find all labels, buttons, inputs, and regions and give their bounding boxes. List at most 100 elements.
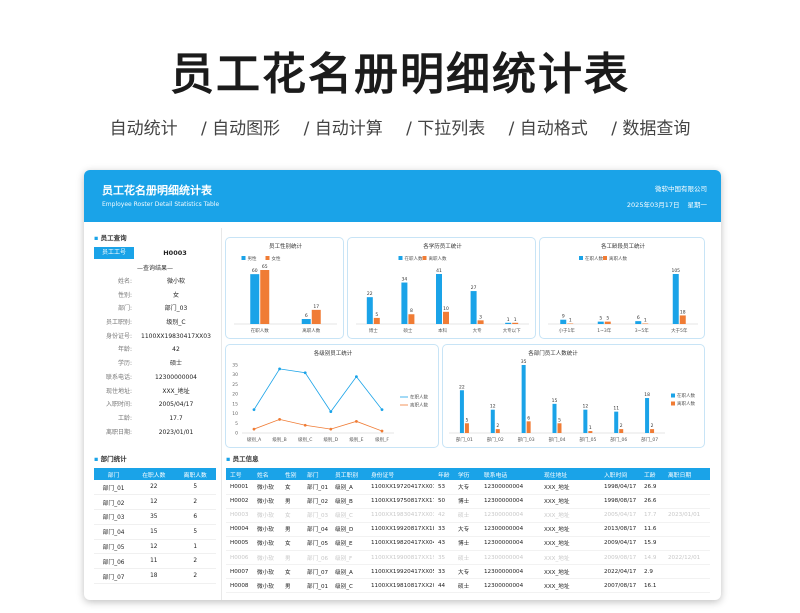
legend-swatch bbox=[579, 256, 583, 260]
bar bbox=[672, 274, 679, 324]
employee-table: 工号 姓名 性别 部门 员工职别 身份证号 年龄 学历 联系电话 现住地址 入职时间 工龄 离职日期 H… bbox=[226, 468, 710, 594]
table-cell: 35 bbox=[133, 509, 175, 525]
column-header: 入职时间 bbox=[600, 468, 640, 480]
table-cell: 12 bbox=[133, 539, 175, 555]
data-point bbox=[303, 371, 307, 375]
table-cell: 16.1 bbox=[640, 578, 664, 594]
data-label: 18 bbox=[680, 309, 686, 315]
table-cell: 2007/08/17 bbox=[600, 578, 640, 594]
tick-label: 15 bbox=[232, 401, 238, 407]
data-point bbox=[329, 410, 333, 414]
column-header: 部门 bbox=[303, 468, 331, 480]
data-label: 105 bbox=[671, 268, 680, 274]
table-cell: H0003 bbox=[226, 508, 253, 523]
legend-swatch bbox=[603, 256, 607, 260]
tick-label: 级别_B bbox=[272, 436, 286, 443]
chart-title: 员工性别统计 bbox=[269, 242, 303, 250]
bar bbox=[526, 421, 531, 433]
table-cell: 1100XX19920417XX05 bbox=[367, 564, 434, 580]
query-result-row: 姓名: 微小软 bbox=[94, 275, 216, 289]
series-line bbox=[253, 418, 383, 432]
bar bbox=[408, 314, 415, 324]
department-chart-svg: 各部门员工人数统计225部门_01122部门_02356部门_03155部门_0… bbox=[449, 349, 695, 443]
legend-label: 男性 bbox=[248, 255, 257, 262]
bar bbox=[645, 398, 650, 433]
bar bbox=[650, 429, 655, 433]
table-cell: 22 bbox=[133, 480, 175, 496]
table-cell: 12 bbox=[133, 494, 175, 511]
field-value: 12300000004 bbox=[155, 373, 197, 381]
employee-info: 员工信息 工号姓名性别部门员工职别身份证号年龄学历联系电话现住地址入职时间工龄离… bbox=[226, 453, 710, 594]
column-header: 现住地址 bbox=[540, 468, 600, 480]
query-label: 员工工号 bbox=[94, 247, 134, 259]
table-cell: 级别_B bbox=[331, 494, 367, 509]
table-cell: 43 bbox=[434, 536, 454, 551]
data-label: 5 bbox=[558, 417, 561, 423]
data-label: 1 bbox=[644, 318, 647, 324]
legend-swatch bbox=[241, 256, 246, 260]
table-cell: 12300000004 bbox=[480, 522, 540, 537]
tick-label: 大于5年 bbox=[671, 327, 688, 334]
table-cell: 2009/04/17 bbox=[600, 536, 640, 551]
table-cell: 微小软 bbox=[253, 564, 281, 580]
column-header: 身份证号 bbox=[367, 468, 434, 480]
table-cell: 33 bbox=[434, 522, 454, 537]
table-cell: 部门_05 bbox=[303, 536, 331, 551]
table-row: 部门_06 11 2 bbox=[94, 553, 216, 570]
table-row: 部门_07 18 2 bbox=[94, 568, 216, 585]
table-cell: 博士 bbox=[454, 536, 480, 551]
legend-label: 在职人数 bbox=[585, 255, 603, 262]
table-cell: 级别_E bbox=[331, 536, 367, 551]
tick-label: 25 bbox=[232, 382, 238, 388]
query-result-row: 学历: 硕士 bbox=[94, 357, 216, 371]
bar bbox=[505, 322, 512, 324]
bar bbox=[443, 311, 449, 324]
query-result-row: 工龄: 17.7 bbox=[94, 412, 216, 426]
table-row: H0006 微小软男部门_06 级别_F 1100XX19900817XX19 35 硕士… bbox=[226, 550, 710, 566]
bar bbox=[490, 409, 495, 433]
field-value: 42 bbox=[172, 346, 180, 354]
table-cell: 男 bbox=[281, 494, 303, 509]
table-cell: 博士 bbox=[454, 494, 480, 509]
table-cell: 2.9 bbox=[640, 564, 664, 580]
table-cell: 部门_05 bbox=[94, 539, 134, 555]
table-cell: H0001 bbox=[226, 480, 253, 495]
chart-title: 各学历员工统计 bbox=[423, 242, 462, 250]
table-cell: 部门_07 bbox=[94, 568, 134, 585]
department-stats: 部门统计 部门在职人数离职人数 部门_01225部门_02122部门_03356… bbox=[94, 453, 216, 585]
data-point bbox=[303, 423, 307, 427]
table-cell: 微小软 bbox=[253, 508, 281, 523]
bar bbox=[583, 409, 588, 433]
gender-chart: 员工性别统计 男性 女性 60 65 在职人数 6 17 离职人数 bbox=[225, 237, 344, 339]
table-cell: 12300000004 bbox=[480, 508, 540, 523]
table-cell: 1 bbox=[174, 539, 216, 555]
feature-item: / 自动图形 bbox=[201, 119, 281, 139]
data-point bbox=[278, 418, 281, 421]
table-cell: XXX_地址 bbox=[540, 550, 600, 566]
sheet-subtitle: Employee Roster Detail Statistics Table bbox=[102, 201, 220, 208]
legend-label: 离职人数 bbox=[410, 402, 428, 409]
bar bbox=[604, 321, 611, 324]
tick-label: 硕士 bbox=[403, 327, 412, 334]
tick-label: 级别_A bbox=[247, 436, 262, 443]
bar bbox=[250, 274, 260, 324]
data-label: 15 bbox=[552, 398, 558, 404]
table-cell: 5 bbox=[174, 480, 216, 496]
query-result-row: 部门: 部门_03 bbox=[94, 302, 216, 316]
table-cell: 级别_C bbox=[331, 508, 367, 523]
query-result-row: 员工职别: 级别_C bbox=[94, 316, 216, 330]
feature-list: 自动统计 / 自动图形 / 自动计算 / 下拉列表 / 自动格式 / 数据查询 bbox=[0, 114, 800, 139]
bar bbox=[552, 403, 557, 433]
field-label: 年龄: bbox=[117, 346, 132, 354]
table-cell: XXX_地址 bbox=[540, 508, 600, 523]
bar bbox=[311, 309, 321, 324]
bar bbox=[557, 423, 562, 433]
column-header: 学历 bbox=[454, 468, 480, 480]
tick-label: 部门_05 bbox=[579, 436, 596, 443]
employee-id-input[interactable]: H0003 bbox=[134, 247, 216, 259]
table-row: H0007 微小软女部门_07 级别_A 1100XX19920417XX05 33 大专… bbox=[226, 564, 710, 580]
table-cell: 级别_D bbox=[331, 522, 367, 537]
column-header: 在职人数 bbox=[133, 468, 175, 480]
table-cell: 1100XX19920817XX18 bbox=[367, 522, 434, 537]
table-cell: 微小软 bbox=[253, 522, 281, 537]
